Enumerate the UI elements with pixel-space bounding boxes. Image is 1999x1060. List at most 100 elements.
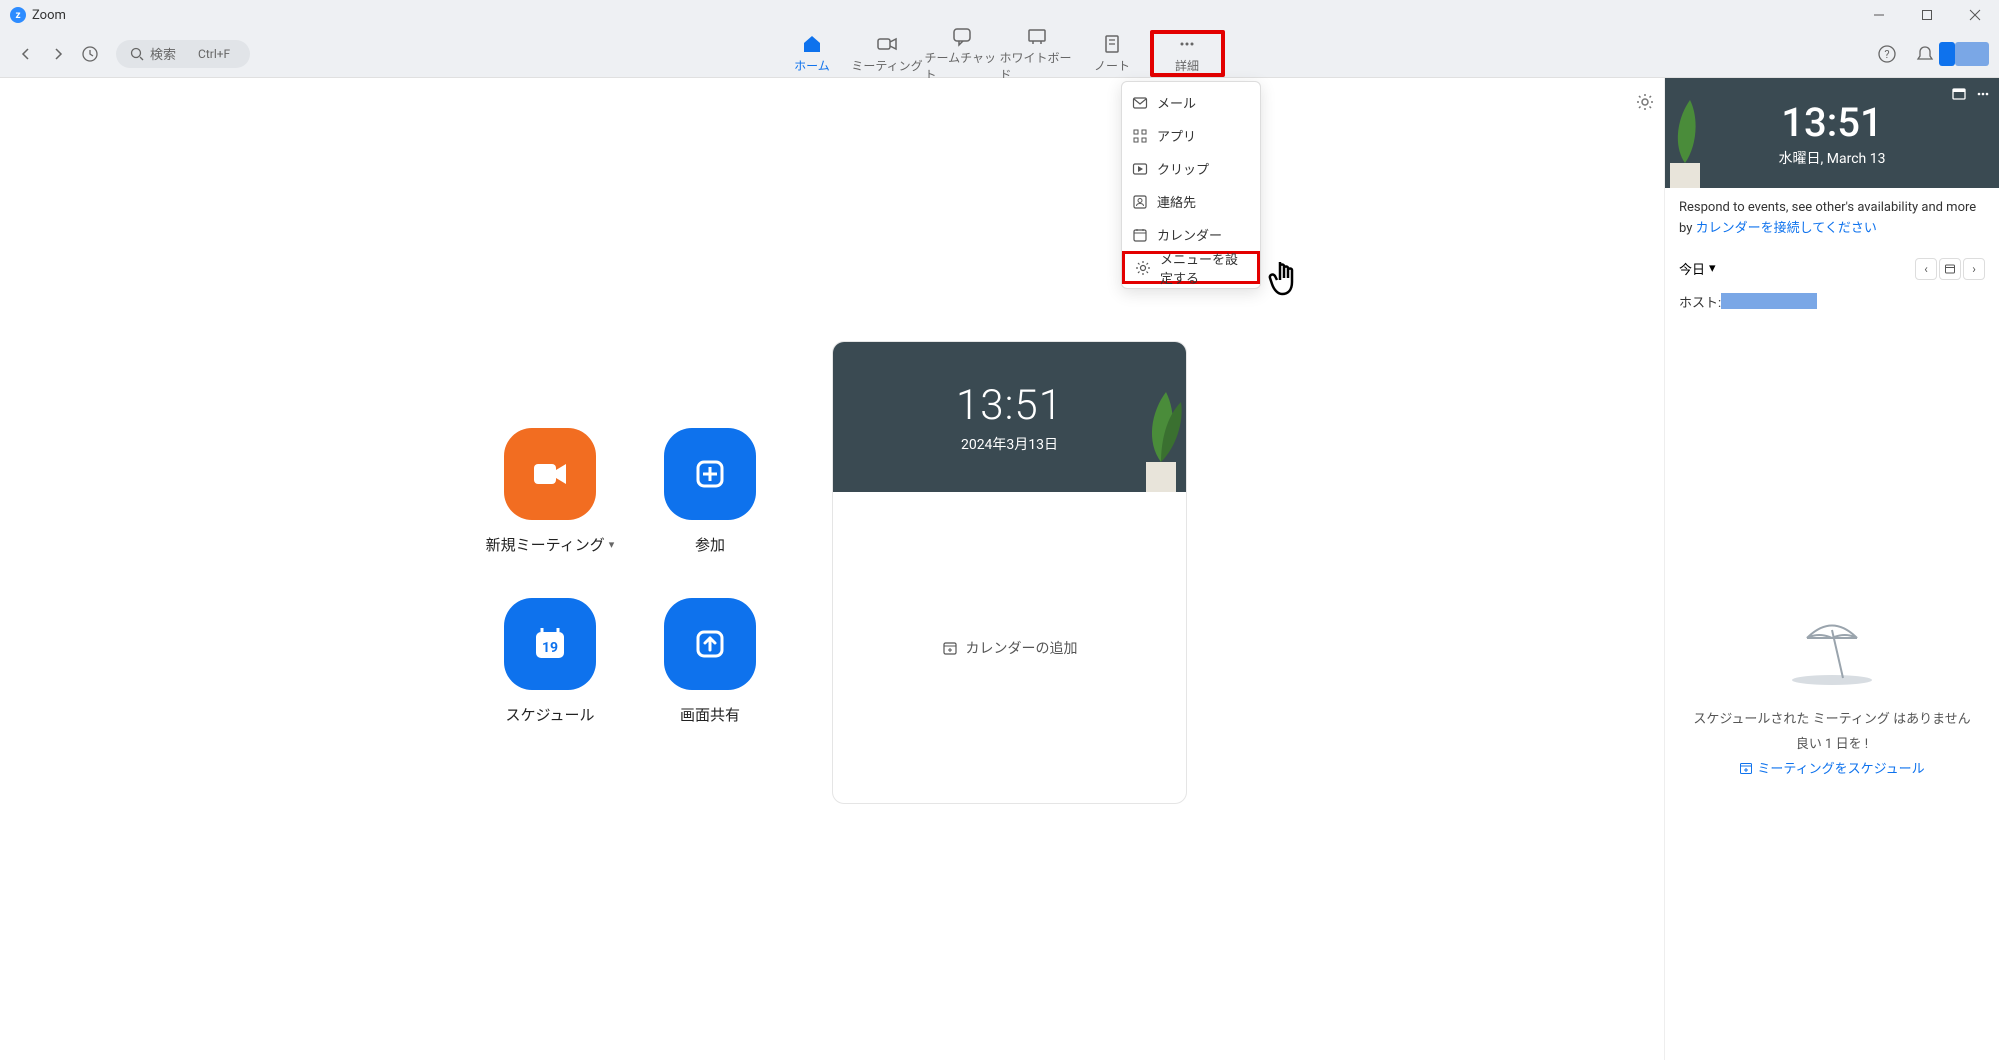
chevron-down-icon[interactable]: ▾: [609, 538, 615, 551]
sidebar-day-row: 今日 ▾ ‹ ›: [1665, 250, 1999, 288]
tab-home[interactable]: ホーム: [775, 30, 850, 77]
dropdown-calendar[interactable]: カレンダー: [1122, 218, 1260, 251]
help-icon[interactable]: ?: [1877, 44, 1897, 64]
close-button[interactable]: [1951, 0, 1999, 30]
calendar-card-header: 13:51 2024年3月13日: [833, 342, 1186, 492]
umbrella-icon: [1787, 608, 1877, 688]
maximize-button[interactable]: [1903, 0, 1951, 30]
dropdown-calendar-label: カレンダー: [1157, 225, 1222, 244]
tab-meetings-label: ミーティング: [851, 57, 922, 74]
calendar-add-icon: [942, 640, 958, 656]
mail-icon: [1132, 95, 1148, 111]
tile-join-label: 参加: [695, 534, 725, 555]
dropdown-set-menu-label: メニューを設定する: [1160, 249, 1247, 287]
tab-notes-label: ノート: [1094, 57, 1130, 74]
more-dropdown: メール アプリ クリップ 連絡先 カレンダー メニューを設定する: [1121, 81, 1261, 289]
sidebar-collapse-button[interactable]: [1951, 86, 1967, 102]
sidebar-date: 水曜日, March 13: [1779, 148, 1886, 168]
host-label: ホスト:: [1679, 292, 1721, 311]
chat-icon: [951, 25, 973, 47]
sidebar-host-row: ホスト:: [1665, 288, 1999, 315]
today-label: 今日: [1679, 259, 1705, 278]
plant-decoration-icon: [1665, 88, 1720, 188]
tab-meetings[interactable]: ミーティング: [850, 30, 925, 77]
account-switcher[interactable]: [1939, 42, 1955, 66]
prev-day-button[interactable]: ‹: [1915, 258, 1937, 280]
calendar-add-label: カレンダーの追加: [966, 638, 1078, 658]
tile-new-meeting[interactable]: 新規ミーティング▾: [470, 428, 630, 598]
today-button[interactable]: [1939, 258, 1961, 280]
today-selector[interactable]: 今日 ▾: [1679, 259, 1716, 278]
action-tiles: 新規ミーティング▾ 参加 19 スケジュール 画面共有: [470, 428, 790, 768]
search-icon: [130, 47, 144, 61]
window-titlebar: z Zoom: [0, 0, 1999, 30]
tab-more[interactable]: 詳細: [1150, 30, 1225, 77]
connect-calendar-link[interactable]: カレンダーを接続してください: [1696, 221, 1877, 236]
home-icon: [801, 33, 823, 55]
dropdown-apps[interactable]: アプリ: [1122, 119, 1260, 152]
history-button[interactable]: [76, 40, 104, 68]
sidebar-more-button[interactable]: [1975, 86, 1991, 102]
notification-icon[interactable]: [1915, 44, 1935, 64]
tile-join[interactable]: 参加: [630, 428, 790, 598]
more-icon: [1176, 33, 1198, 55]
tab-home-label: ホーム: [794, 57, 830, 74]
dropdown-contacts[interactable]: 連絡先: [1122, 185, 1260, 218]
zoom-logo-icon: z: [10, 7, 26, 23]
video-icon: [876, 33, 898, 55]
screen-share-icon: [664, 598, 756, 690]
join-icon: [664, 428, 756, 520]
tab-teamchat[interactable]: チームチャット: [925, 30, 1000, 77]
search-shortcut: Ctrl+F: [192, 46, 236, 62]
dropdown-mail-label: メール: [1157, 93, 1196, 112]
dropdown-set-menu[interactable]: メニューを設定する: [1122, 251, 1260, 284]
tab-notes[interactable]: ノート: [1075, 30, 1150, 77]
dropdown-clips-label: クリップ: [1157, 159, 1209, 178]
notes-icon: [1101, 33, 1123, 55]
schedule-icon: 19: [504, 598, 596, 690]
user-avatar[interactable]: [1955, 42, 1989, 66]
nav-tabs: ホーム ミーティング チームチャット ホワイトボード ノート 詳細: [775, 30, 1225, 77]
tile-screen-share[interactable]: 画面共有: [630, 598, 790, 768]
dropdown-clips[interactable]: クリップ: [1122, 152, 1260, 185]
next-day-button[interactable]: ›: [1963, 258, 1985, 280]
card-time: 13:51: [956, 381, 1063, 430]
empty-line2: 良い 1 日を !: [1796, 733, 1868, 752]
svg-text:19: 19: [542, 640, 558, 656]
whiteboard-icon: [1026, 25, 1048, 47]
sidebar-info: Respond to events, see other's availabil…: [1665, 188, 1999, 250]
svg-text:?: ?: [1884, 48, 1889, 61]
calendar-add-button[interactable]: カレンダーの追加: [833, 492, 1186, 803]
window-controls: [1855, 0, 1999, 30]
schedule-meeting-label: ミーティングをスケジュール: [1757, 758, 1924, 777]
minimize-button[interactable]: [1855, 0, 1903, 30]
calendar-icon: [1132, 227, 1148, 243]
dropdown-contacts-label: 連絡先: [1157, 192, 1196, 211]
calendar-sidebar: 13:51 水曜日, March 13 Respond to events, s…: [1664, 78, 1999, 1060]
tile-schedule[interactable]: 19 スケジュール: [470, 598, 630, 768]
tab-more-label: 詳細: [1175, 57, 1199, 74]
pointer-cursor-icon: [1260, 252, 1316, 308]
empty-line1: スケジュールされた ミーティング はありません: [1693, 708, 1970, 727]
sidebar-empty-state: スケジュールされた ミーティング はありません 良い 1 日を ! ミーティング…: [1665, 608, 1999, 777]
toolbar-right: ?: [1877, 42, 1989, 66]
calendar-card: 13:51 2024年3月13日 カレンダーの追加: [832, 341, 1187, 804]
forward-button[interactable]: [44, 40, 72, 68]
clips-icon: [1132, 161, 1148, 177]
schedule-meeting-link[interactable]: ミーティングをスケジュール: [1739, 758, 1924, 777]
sidebar-time: 13:51: [1781, 99, 1882, 146]
apps-icon: [1132, 128, 1148, 144]
tab-whiteboard[interactable]: ホワイトボード: [1000, 30, 1075, 77]
tile-schedule-label: スケジュール: [506, 704, 595, 725]
sidebar-header: 13:51 水曜日, March 13: [1665, 78, 1999, 188]
main-area: 新規ミーティング▾ 参加 19 スケジュール 画面共有 13:51 2024年3…: [0, 78, 1664, 1060]
dropdown-mail[interactable]: メール: [1122, 86, 1260, 119]
host-value-redacted: [1721, 293, 1817, 309]
back-button[interactable]: [12, 40, 40, 68]
search-placeholder: 検索: [150, 44, 176, 63]
settings-button[interactable]: [1635, 92, 1655, 112]
contacts-icon: [1132, 194, 1148, 210]
search-input[interactable]: 検索 Ctrl+F: [116, 40, 250, 68]
chevron-down-icon: ▾: [1709, 261, 1716, 276]
tile-screen-share-label: 画面共有: [680, 704, 740, 725]
